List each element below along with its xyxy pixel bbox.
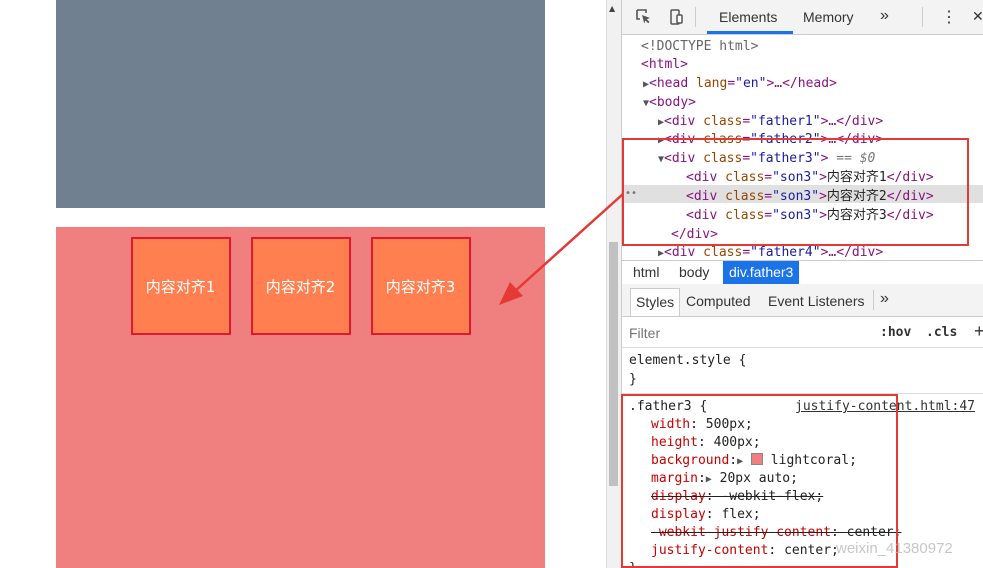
son3-box: 内容对齐2 xyxy=(250,237,351,335)
tab-styles[interactable]: Styles xyxy=(630,288,681,316)
scrollbar-thumb[interactable] xyxy=(609,242,618,486)
scroll-up-arrow-icon[interactable]: ▲ xyxy=(609,4,615,13)
tab-computed[interactable]: Computed xyxy=(686,293,751,309)
menu-icon[interactable]: ⋮ xyxy=(941,7,957,27)
rule-close-brace: } xyxy=(629,372,637,387)
device-toolbar-icon[interactable] xyxy=(668,9,684,25)
inspect-element-icon[interactable] xyxy=(636,9,652,25)
breadcrumb-html[interactable]: html xyxy=(633,264,659,280)
breadcrumb-div-father3[interactable]: div.father3 xyxy=(723,261,800,284)
styles-subtabs: Styles Computed Event Listeners » xyxy=(622,284,983,317)
son3-box: 内容对齐1 xyxy=(130,237,231,335)
dom-body[interactable]: ▼<body> xyxy=(643,94,696,112)
page-viewport: 内容对齐1 内容对齐2 内容对齐3 xyxy=(0,0,606,568)
dom-head[interactable]: ▶<head lang="en">…</head> xyxy=(643,75,837,93)
son3-box: 内容对齐3 xyxy=(370,237,471,335)
styles-filter-input[interactable] xyxy=(627,323,861,343)
hover-state-toggle[interactable]: :hov xyxy=(880,325,911,340)
more-subtabs-icon[interactable]: » xyxy=(880,290,889,308)
dom-doctype[interactable]: <!DOCTYPE html> xyxy=(641,38,758,56)
tab-memory[interactable]: Memory xyxy=(803,9,854,25)
dom-html[interactable]: <html> xyxy=(641,56,688,74)
breadcrumb-body[interactable]: body xyxy=(679,264,709,280)
watermark-text: weixin_41380972 xyxy=(836,540,953,557)
tabbar-divider xyxy=(695,7,696,27)
tab-elements[interactable]: Elements xyxy=(719,9,777,25)
class-toggle[interactable]: .cls xyxy=(926,325,957,340)
tab-event-listeners[interactable]: Event Listeners xyxy=(768,293,865,309)
devtools-tabbar: Elements Memory » ⋮ ✕ xyxy=(622,0,983,35)
styles-filter-bar: :hov .cls + xyxy=(622,317,983,348)
father2-block xyxy=(56,0,545,208)
new-rule-icon[interactable]: + xyxy=(974,321,983,342)
annotation-box-dom xyxy=(622,138,969,246)
close-icon[interactable]: ✕ xyxy=(972,8,983,25)
dom-father1[interactable]: ▶<div class="father1">…</div> xyxy=(658,113,883,131)
more-tabs-icon[interactable]: » xyxy=(880,7,889,25)
breadcrumb: html body div.father3 xyxy=(622,260,983,285)
tabbar-divider xyxy=(922,7,923,27)
father3-container: 内容对齐1 内容对齐2 内容对齐3 xyxy=(56,227,545,568)
subtab-divider xyxy=(873,290,874,310)
active-tab-indicator xyxy=(707,31,793,34)
element-style-rule[interactable]: element.style { xyxy=(629,352,746,370)
